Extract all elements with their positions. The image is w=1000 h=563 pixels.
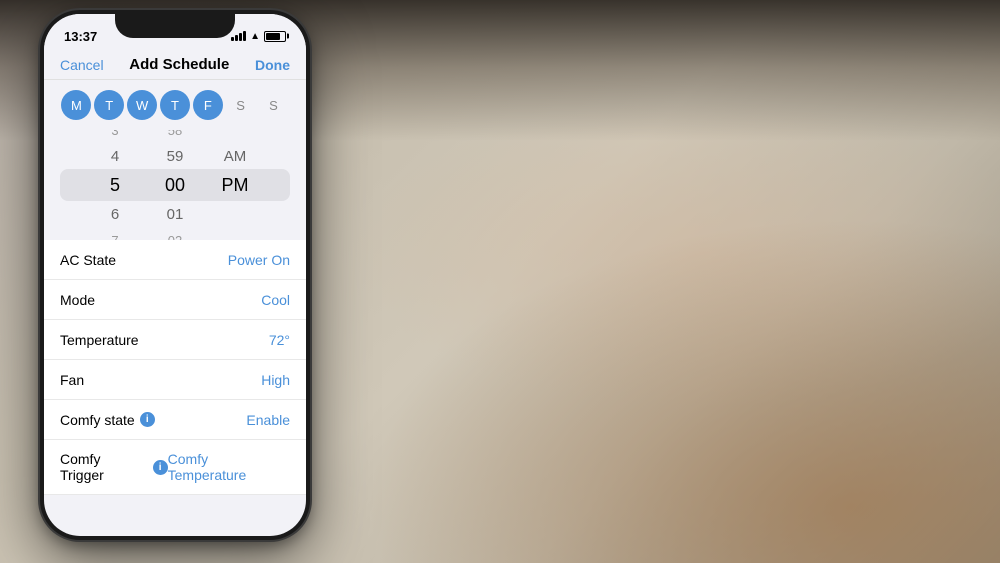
comfy-state-value: Enable <box>246 412 290 428</box>
comfy-trigger-info-icon[interactable]: i <box>153 460 168 475</box>
ac-state-value: Power On <box>228 252 290 268</box>
day-thursday[interactable]: T <box>160 90 190 120</box>
temperature-value: 72° <box>269 332 290 348</box>
hour-6: 6 <box>111 201 119 227</box>
cancel-button[interactable]: Cancel <box>60 57 104 73</box>
phone-notch <box>115 10 235 38</box>
signal-icon <box>231 31 246 41</box>
mode-label: Mode <box>60 292 95 308</box>
hour-4: 4 <box>111 143 119 169</box>
minute-02: 02 <box>168 227 182 240</box>
minute-column[interactable]: 58 59 00 01 02 <box>145 130 205 240</box>
phone-mockup: 13:37 ▲ Cancel Add Schedu <box>40 10 320 550</box>
phone-frame: 13:37 ▲ Cancel Add Schedu <box>40 10 310 540</box>
day-tuesday[interactable]: T <box>94 90 124 120</box>
temperature-label: Temperature <box>60 332 139 348</box>
ampm-column[interactable]: AM PM <box>205 130 265 240</box>
wifi-icon: ▲ <box>250 31 260 42</box>
setting-fan[interactable]: Fan High <box>44 360 306 400</box>
comfy-state-label: Comfy state i <box>60 412 155 428</box>
minute-58: 58 <box>168 130 182 143</box>
fan-value: High <box>261 372 290 388</box>
setting-ac-state[interactable]: AC State Power On <box>44 240 306 280</box>
fan-label: Fan <box>60 372 84 388</box>
time-picker[interactable]: 3 4 5 6 7 58 59 00 01 02 <box>44 130 306 240</box>
day-friday[interactable]: F <box>193 90 223 120</box>
setting-mode[interactable]: Mode Cool <box>44 280 306 320</box>
setting-temperature[interactable]: Temperature 72° <box>44 320 306 360</box>
nav-bar: Cancel Add Schedule Done <box>44 50 306 80</box>
status-time: 13:37 <box>64 29 97 44</box>
day-selector: M T W T F S S <box>44 80 306 130</box>
comfy-state-info-icon[interactable]: i <box>140 412 155 427</box>
screen-title: Add Schedule <box>129 56 229 73</box>
minute-01: 01 <box>167 201 184 227</box>
ac-state-label: AC State <box>60 252 116 268</box>
day-saturday[interactable]: S <box>226 90 256 120</box>
battery-icon <box>264 31 286 42</box>
day-sunday[interactable]: S <box>258 90 288 120</box>
setting-comfy-trigger[interactable]: Comfy Trigger i Comfy Temperature <box>44 440 306 495</box>
period-pm-selected: PM <box>222 169 249 201</box>
minute-00-selected: 00 <box>165 169 185 201</box>
hour-column[interactable]: 3 4 5 6 7 <box>85 130 145 240</box>
period-am: AM <box>224 143 247 169</box>
day-wednesday[interactable]: W <box>127 90 157 120</box>
minute-59: 59 <box>167 143 184 169</box>
done-button[interactable]: Done <box>255 57 290 73</box>
phone-screen: 13:37 ▲ Cancel Add Schedu <box>44 14 306 536</box>
status-icons: ▲ <box>231 31 286 42</box>
hour-5-selected: 5 <box>110 169 120 201</box>
mode-value: Cool <box>261 292 290 308</box>
hour-3: 3 <box>111 130 118 143</box>
comfy-trigger-value: Comfy Temperature <box>168 451 290 483</box>
comfy-trigger-label: Comfy Trigger i <box>60 451 168 483</box>
setting-comfy-state[interactable]: Comfy state i Enable <box>44 400 306 440</box>
day-monday[interactable]: M <box>61 90 91 120</box>
hour-7: 7 <box>111 227 118 240</box>
settings-list: AC State Power On Mode Cool Temperature … <box>44 240 306 495</box>
time-columns: 3 4 5 6 7 58 59 00 01 02 <box>60 130 290 240</box>
